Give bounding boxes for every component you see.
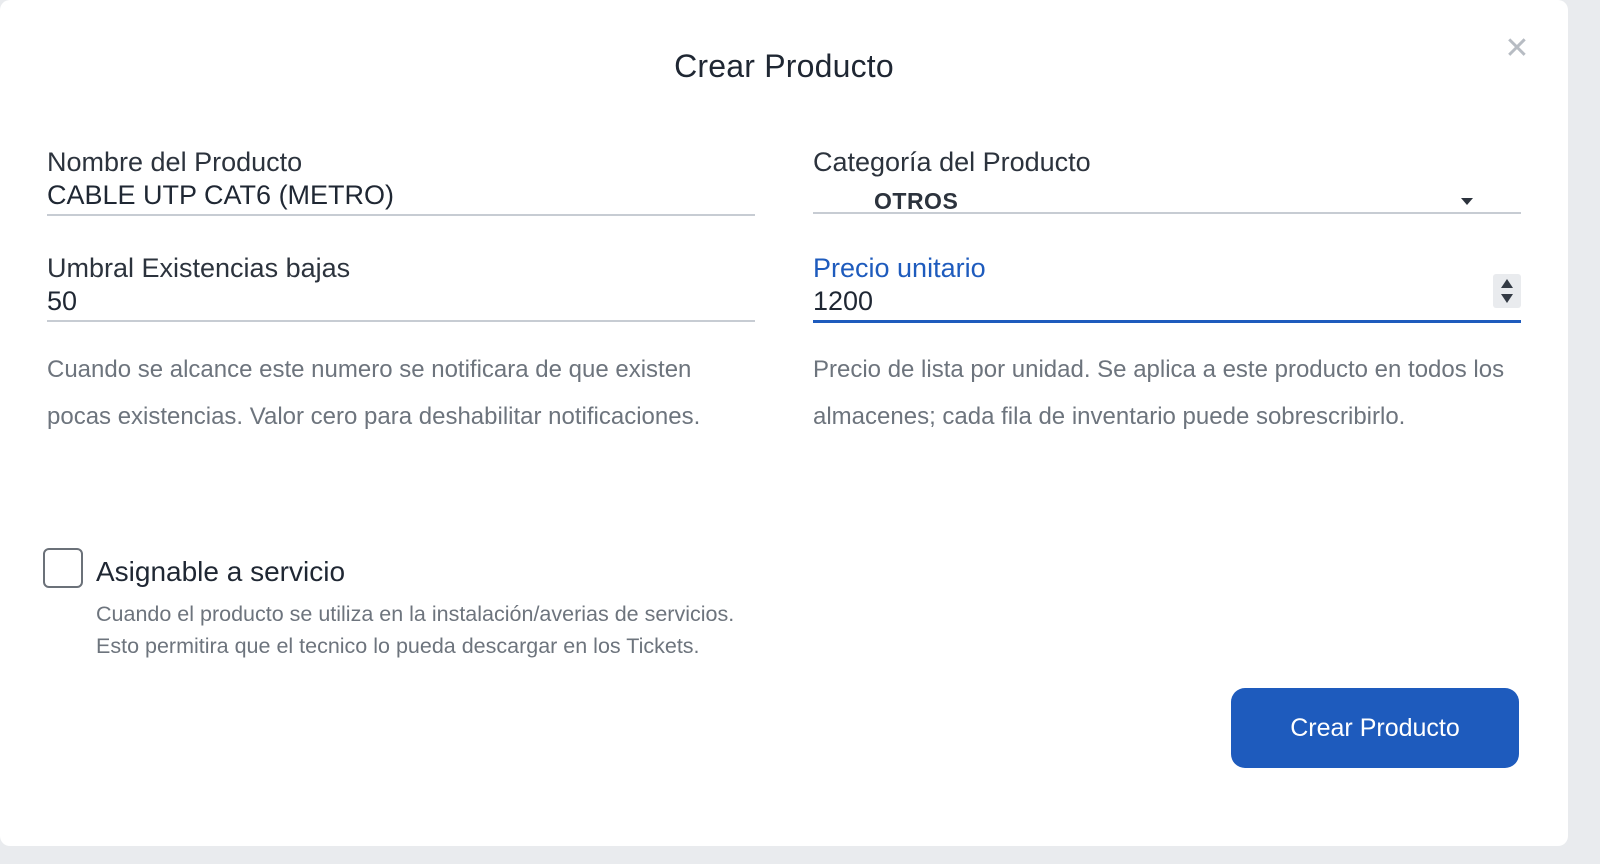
- assignable-service-help-line2: Esto permitira que el tecnico lo pueda d…: [96, 634, 700, 658]
- unit-price-label: Precio unitario: [813, 253, 986, 283]
- product-category-value: OTROS: [874, 188, 959, 214]
- product-category-select[interactable]: OTROS: [813, 186, 1521, 222]
- product-name-field[interactable]: Nombre del Producto CABLE UTP CAT6 (METR…: [47, 146, 755, 216]
- assignable-service-help-line1: Cuando el producto se utiliza en la inst…: [96, 602, 735, 626]
- arrow-down-icon[interactable]: [1501, 294, 1513, 303]
- low-stock-threshold-label: Umbral Existencias bajas: [47, 253, 351, 283]
- assignable-service-label[interactable]: Asignable a servicio: [96, 556, 345, 588]
- close-icon[interactable]: ✕: [1502, 34, 1532, 64]
- create-product-dialog: Crear Producto ✕ Nombre del Producto CAB…: [0, 0, 1568, 846]
- low-stock-threshold-input[interactable]: 50: [47, 284, 755, 320]
- low-stock-threshold-field[interactable]: Umbral Existencias bajas 50: [47, 252, 755, 322]
- number-stepper[interactable]: [1493, 274, 1521, 308]
- low-stock-threshold-help: Cuando se alcance este numero se notific…: [47, 356, 701, 430]
- unit-price-input-wrap[interactable]: 1200: [813, 274, 1521, 320]
- product-category-field[interactable]: Categoría del Producto OTROS: [813, 146, 1521, 214]
- unit-price-field[interactable]: Precio unitario 1200: [813, 252, 1521, 323]
- unit-price-input[interactable]: 1200: [813, 286, 873, 316]
- create-product-button[interactable]: Crear Producto: [1231, 688, 1519, 768]
- product-name-label: Nombre del Producto: [47, 147, 303, 177]
- assignable-service-help: Cuando el producto se utiliza en la inst…: [96, 598, 816, 662]
- low-stock-threshold-underline: [47, 320, 755, 322]
- product-name-input[interactable]: CABLE UTP CAT6 (METRO): [47, 178, 755, 214]
- arrow-up-icon[interactable]: [1501, 279, 1513, 288]
- product-category-label: Categoría del Producto: [813, 147, 1091, 177]
- chevron-down-icon[interactable]: [1461, 198, 1473, 205]
- product-name-underline: [47, 214, 755, 216]
- unit-price-underline: [813, 320, 1521, 323]
- assignable-service-checkbox[interactable]: [43, 548, 83, 588]
- dialog-title: Crear Producto: [674, 48, 894, 84]
- unit-price-help: Precio de lista por unidad. Se aplica a …: [813, 356, 1505, 430]
